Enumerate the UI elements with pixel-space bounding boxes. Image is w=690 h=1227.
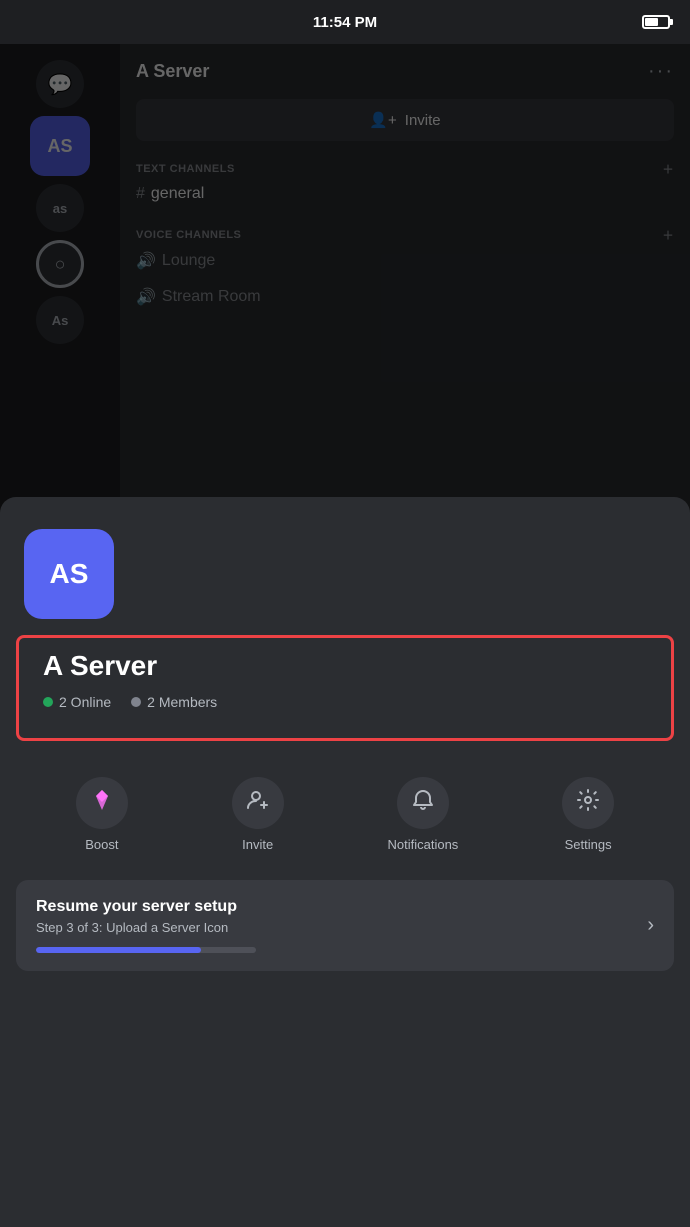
server-info-card: A Server 2 Online 2 Members	[16, 635, 674, 741]
server-title: A Server	[43, 638, 647, 694]
status-time: 11:54 PM	[313, 14, 377, 31]
chevron-right-icon: ›	[647, 914, 654, 937]
boost-gem-icon	[90, 788, 114, 818]
settings-icon-wrap	[562, 777, 614, 829]
notifications-label: Notifications	[387, 837, 458, 852]
invite-label: Invite	[242, 837, 273, 852]
server-avatar-label: AS	[50, 558, 89, 590]
dim-overlay	[0, 0, 690, 540]
invite-icon-wrap	[232, 777, 284, 829]
online-stat: 2 Online	[43, 694, 111, 710]
server-avatar: AS	[24, 529, 114, 619]
boost-action[interactable]: Boost	[76, 777, 128, 852]
action-row: Boost Invite	[0, 757, 690, 872]
invite-person-icon	[246, 788, 270, 818]
resume-content: Resume your server setup Step 3 of 3: Up…	[36, 898, 256, 953]
progress-bar-bg	[36, 947, 256, 953]
settings-action[interactable]: Settings	[562, 777, 614, 852]
notifications-action[interactable]: Notifications	[387, 777, 458, 852]
members-stat: 2 Members	[131, 694, 217, 710]
notifications-icon-wrap	[397, 777, 449, 829]
bell-icon	[411, 788, 435, 818]
progress-bar-fill	[36, 947, 201, 953]
online-dot	[43, 697, 53, 707]
members-count: 2 Members	[147, 694, 217, 710]
status-bar: 11:54 PM	[0, 0, 690, 44]
online-count: 2 Online	[59, 694, 111, 710]
gear-icon	[576, 788, 600, 818]
resume-title: Resume your server setup	[36, 898, 256, 916]
invite-action[interactable]: Invite	[232, 777, 284, 852]
boost-icon-wrap	[76, 777, 128, 829]
battery-fill	[645, 18, 658, 26]
resume-card[interactable]: Resume your server setup Step 3 of 3: Up…	[16, 880, 674, 971]
server-avatar-area: AS	[0, 497, 690, 635]
server-stats: 2 Online 2 Members	[43, 694, 647, 722]
battery-icon	[642, 15, 670, 29]
members-dot	[131, 697, 141, 707]
resume-subtitle: Step 3 of 3: Upload a Server Icon	[36, 920, 256, 935]
boost-label: Boost	[85, 837, 118, 852]
settings-label: Settings	[565, 837, 612, 852]
bottom-sheet: AS A Server 2 Online 2 Members	[0, 497, 690, 1227]
